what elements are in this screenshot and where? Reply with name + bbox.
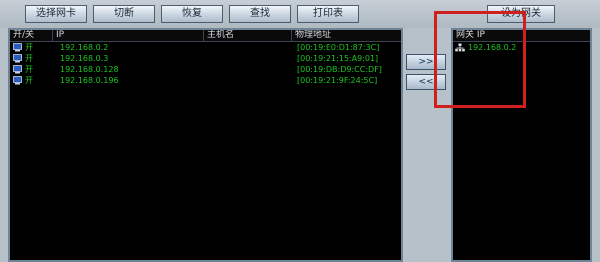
row-mac: [00:19:21:15:A9:01] xyxy=(297,54,379,63)
row-state: 开 xyxy=(25,65,33,74)
restore-button[interactable]: 恢复 xyxy=(161,5,223,23)
row-ip: 192.168.0.128 xyxy=(60,65,119,74)
column-header-on-off[interactable]: 开/关 xyxy=(13,30,34,41)
select-nic-button[interactable]: 选择网卡 xyxy=(25,5,87,23)
table-row[interactable]: 开 192.168.0.128 [00:19:DB:D9:CC:DF] xyxy=(10,64,401,75)
column-header-mac[interactable]: 物理地址 xyxy=(295,30,331,41)
hosts-table-header: 开/关 IP 主机名 物理地址 xyxy=(10,30,401,42)
computer-monitor-icon xyxy=(13,76,22,85)
row-ip: 192.168.0.3 xyxy=(60,54,109,63)
computer-monitor-icon xyxy=(13,54,22,63)
row-mac: [00:19:DB:D9:CC:DF] xyxy=(297,65,382,74)
highlight-box xyxy=(434,11,526,108)
find-button[interactable]: 查找 xyxy=(229,5,291,23)
row-state: 开 xyxy=(25,43,33,52)
row-state: 开 xyxy=(25,54,33,63)
table-row[interactable]: 开 192.168.0.3 [00:19:21:15:A9:01] xyxy=(10,53,401,64)
column-header-hostname[interactable]: 主机名 xyxy=(207,30,234,41)
row-mac: [00:19:E0:D1:87:3C] xyxy=(297,43,380,52)
computer-monitor-icon xyxy=(13,65,22,74)
table-row[interactable]: 开 192.168.0.2 [00:19:E0:D1:87:3C] xyxy=(10,42,401,53)
computer-monitor-icon xyxy=(13,43,22,52)
hosts-table[interactable]: 开/关 IP 主机名 物理地址 开 192.168.0.2 [00:19:E0:… xyxy=(8,28,403,262)
row-ip: 192.168.0.196 xyxy=(60,76,119,85)
row-mac: [00:19:21:9F:24:5C] xyxy=(297,76,378,85)
column-header-ip[interactable]: IP xyxy=(56,30,64,41)
row-ip: 192.168.0.2 xyxy=(60,43,109,52)
cut-button[interactable]: 切断 xyxy=(93,5,155,23)
print-table-button[interactable]: 打印表 xyxy=(297,5,359,23)
row-state: 开 xyxy=(25,76,33,85)
table-row[interactable]: 开 192.168.0.196 [00:19:21:9F:24:5C] xyxy=(10,75,401,86)
